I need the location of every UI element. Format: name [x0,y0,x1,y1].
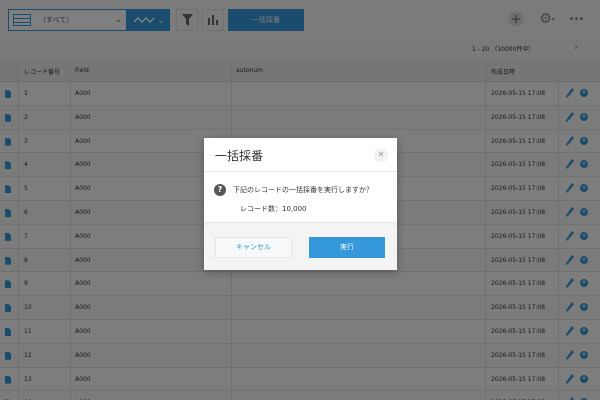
record-count: レコード数：10,000 [240,204,307,214]
dialog-message: 下記のレコードの一括採番を実行しますか？ [233,186,373,194]
cancel-button[interactable]: キャンセル [215,237,292,258]
execute-button[interactable]: 実行 [309,237,385,258]
question-icon: ? [214,184,226,196]
dialog-header: 一括採番 ✕ [204,138,397,172]
dialog-footer: キャンセル 実行 [204,222,397,270]
dialog-body: ? 下記のレコードの一括採番を実行しますか？ レコード数：10,000 [204,172,397,222]
record-count-label: レコード数： [240,205,282,213]
record-count-value: 10,000 [282,205,307,213]
bulk-number-dialog: 一括採番 ✕ ? 下記のレコードの一括採番を実行しますか？ レコード数：10,0… [204,138,397,270]
close-icon[interactable]: ✕ [374,148,388,162]
dialog-title: 一括採番 [215,149,264,163]
